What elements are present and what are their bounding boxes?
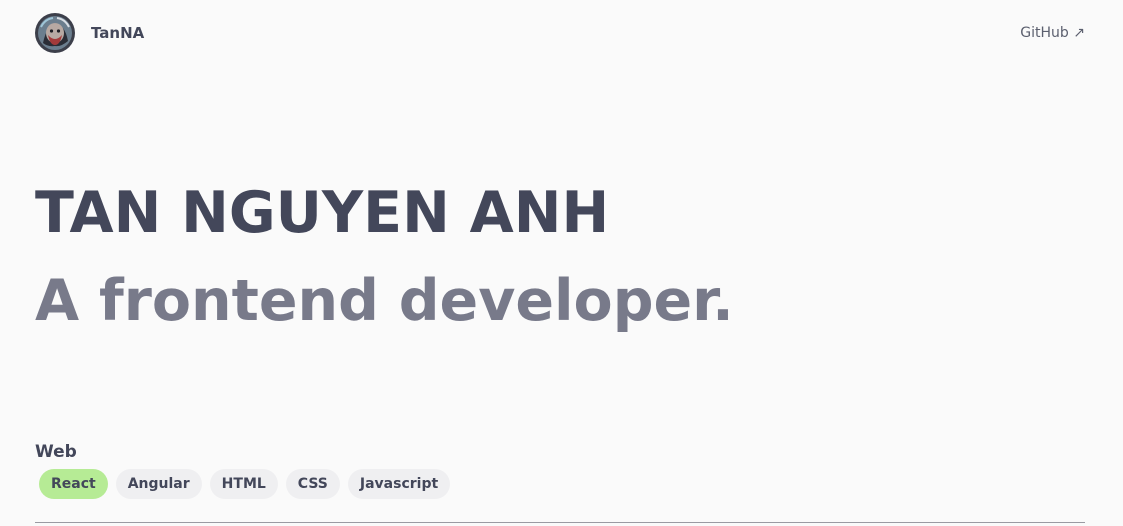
skill-tag-react[interactable]: React	[39, 469, 108, 499]
skill-tag-angular[interactable]: Angular	[115, 469, 202, 499]
skills-section: Web React Angular HTML CSS Javascript	[35, 441, 451, 499]
skill-tag-list: React Angular HTML CSS Javascript	[39, 469, 451, 499]
brand-name: TanNA	[91, 24, 145, 42]
skill-tag-html[interactable]: HTML	[209, 469, 278, 499]
site-header: TanNA GitHub ↗	[35, 13, 1085, 53]
hero-role: A frontend developer.	[35, 268, 734, 334]
skill-tag-javascript[interactable]: Javascript	[347, 469, 451, 499]
avatar	[35, 13, 75, 53]
avatar-image	[35, 13, 75, 53]
hero-name: TAN NGUYEN ANH	[35, 180, 610, 246]
hero-section: TAN NGUYEN ANH A frontend developer.	[35, 178, 734, 336]
section-divider	[35, 522, 1085, 523]
github-link[interactable]: GitHub ↗	[1020, 25, 1085, 41]
skills-title: Web	[35, 442, 77, 462]
page: TanNA GitHub ↗ TAN NGUYEN ANH A frontend…	[0, 0, 1123, 526]
skill-tag-css[interactable]: CSS	[285, 469, 340, 499]
home-link[interactable]: TanNA	[35, 13, 144, 53]
